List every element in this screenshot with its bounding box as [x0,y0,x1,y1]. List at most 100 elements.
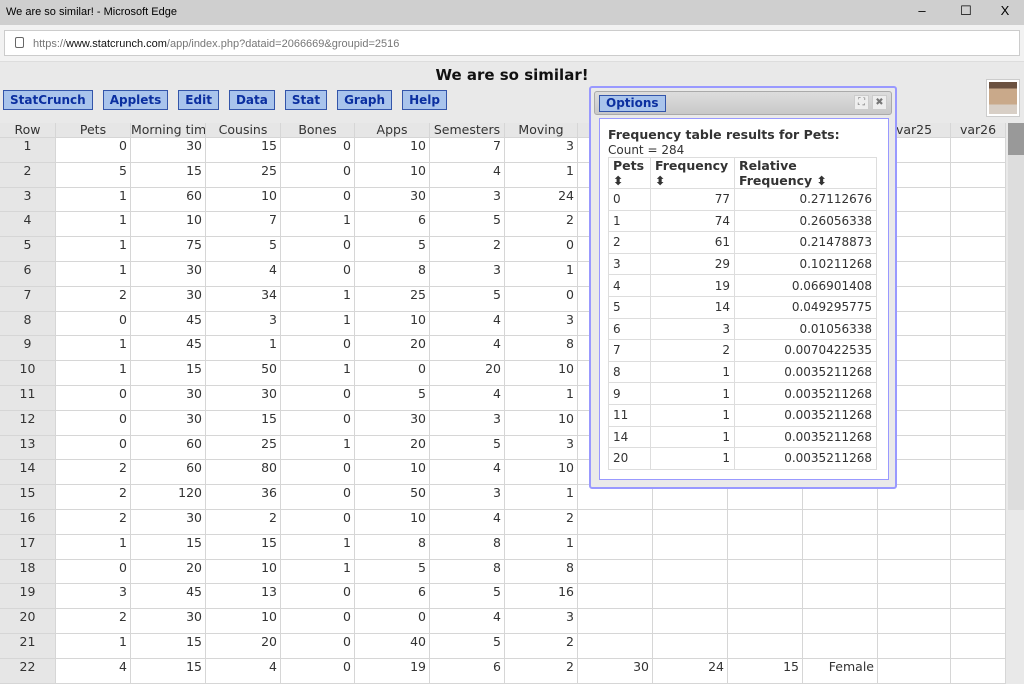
row-number[interactable]: 6 [0,261,56,287]
table-cell[interactable]: 15 [206,138,281,163]
table-cell[interactable] [878,584,951,610]
close-icon[interactable]: ✖ [872,95,887,110]
table-cell[interactable]: 1 [281,435,355,461]
table-cell[interactable] [653,609,728,634]
table-cell[interactable] [951,311,1006,337]
table-cell[interactable]: 2 [56,460,131,486]
table-cell[interactable]: 1 [505,261,578,287]
menu-help[interactable]: Help [402,90,447,110]
table-cell[interactable]: 20 [355,435,430,461]
table-cell[interactable]: 5 [430,633,505,659]
table-cell[interactable]: 1 [56,336,131,362]
table-cell[interactable]: 36 [206,485,281,510]
table-cell[interactable]: 0 [281,336,355,362]
table-cell[interactable]: 1 [505,534,578,560]
table-cell[interactable]: 7 [206,212,281,238]
table-cell[interactable]: 24 [505,187,578,213]
close-window-button[interactable]: X [995,3,1015,18]
table-cell[interactable]: 6 [430,658,505,684]
table-cell[interactable] [878,559,951,585]
table-cell[interactable]: 10 [131,212,206,238]
table-cell[interactable] [951,261,1006,287]
table-cell[interactable]: 10 [355,311,430,337]
table-cell[interactable] [951,658,1006,684]
row-number[interactable]: 14 [0,460,56,486]
table-cell[interactable]: 30 [131,261,206,287]
table-cell[interactable]: 20 [355,336,430,362]
table-cell[interactable]: 0 [281,509,355,535]
table-cell[interactable]: 10 [206,559,281,585]
table-cell[interactable]: 45 [131,311,206,337]
table-cell[interactable]: 20 [430,361,505,386]
table-cell[interactable] [951,435,1006,461]
table-cell[interactable] [951,534,1006,560]
table-cell[interactable]: 30 [131,410,206,436]
table-cell[interactable] [951,633,1006,659]
table-cell[interactable] [878,534,951,560]
row-number[interactable]: 3 [0,187,56,213]
column-header[interactable]: Apps [355,123,430,138]
table-cell[interactable]: 1 [281,534,355,560]
table-cell[interactable]: 0 [281,658,355,684]
table-cell[interactable] [578,633,653,659]
table-cell[interactable]: 0 [281,609,355,634]
table-cell[interactable]: 1 [56,633,131,659]
table-cell[interactable]: 0 [56,311,131,337]
table-cell[interactable] [878,609,951,634]
table-cell[interactable]: 5 [355,237,430,262]
table-cell[interactable]: 30 [131,385,206,411]
table-cell[interactable]: 10 [355,138,430,163]
row-number[interactable]: 20 [0,609,56,634]
table-cell[interactable]: 10 [206,187,281,213]
table-cell[interactable]: 15 [131,534,206,560]
table-cell[interactable]: 1 [281,361,355,386]
table-cell[interactable]: 4 [430,460,505,486]
table-cell[interactable] [728,534,803,560]
table-cell[interactable] [653,633,728,659]
row-number[interactable]: 4 [0,212,56,238]
table-cell[interactable]: 5 [430,435,505,461]
row-number[interactable]: 7 [0,286,56,312]
table-cell[interactable]: 7 [430,138,505,163]
table-cell[interactable] [653,509,728,535]
table-cell[interactable]: 5 [430,584,505,610]
table-cell[interactable]: 1 [56,361,131,386]
table-cell[interactable] [578,534,653,560]
table-cell[interactable]: 16 [505,584,578,610]
table-cell[interactable]: 2 [505,633,578,659]
table-cell[interactable]: 1 [56,534,131,560]
table-cell[interactable]: 1 [505,385,578,411]
options-button[interactable]: Options [599,95,666,112]
table-cell[interactable] [878,633,951,659]
row-number[interactable]: 1 [0,138,56,163]
table-cell[interactable]: 6 [355,212,430,238]
table-cell[interactable]: 4 [430,385,505,411]
table-cell[interactable] [803,584,878,610]
table-cell[interactable]: 30 [355,187,430,213]
table-cell[interactable]: 15 [131,658,206,684]
table-cell[interactable]: 120 [131,485,206,510]
table-cell[interactable] [951,212,1006,238]
table-cell[interactable]: 45 [131,584,206,610]
row-number[interactable]: 18 [0,559,56,585]
table-cell[interactable]: 4 [206,658,281,684]
table-cell[interactable] [803,609,878,634]
table-cell[interactable]: 8 [505,336,578,362]
table-cell[interactable]: 8 [430,534,505,560]
table-cell[interactable]: 20 [131,559,206,585]
url-field[interactable]: https://www.statcrunch.com/app/index.php… [4,30,1020,56]
table-cell[interactable]: 15 [206,410,281,436]
table-cell[interactable]: 4 [430,609,505,634]
table-cell[interactable] [578,584,653,610]
table-cell[interactable]: 3 [505,311,578,337]
table-cell[interactable] [951,460,1006,486]
row-number[interactable]: 5 [0,237,56,262]
table-cell[interactable]: 1 [56,212,131,238]
table-cell[interactable] [878,658,951,684]
table-cell[interactable]: 19 [355,658,430,684]
row-number[interactable]: 12 [0,410,56,436]
table-cell[interactable]: 30 [131,509,206,535]
table-cell[interactable]: 1 [206,336,281,362]
table-cell[interactable]: 13 [206,584,281,610]
row-number[interactable]: 16 [0,509,56,535]
